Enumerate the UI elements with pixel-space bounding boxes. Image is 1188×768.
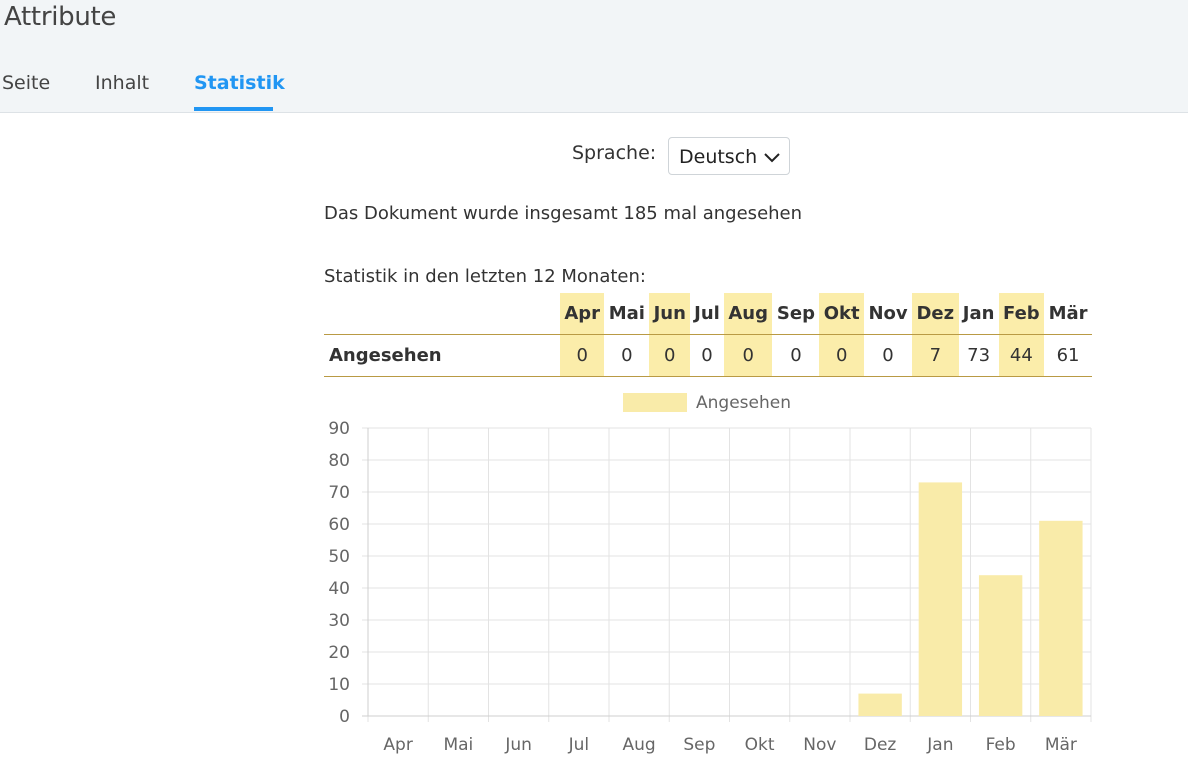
bar-8 xyxy=(858,693,902,716)
y-tick-label-4: 40 xyxy=(328,579,350,599)
views-bar-chart: 0 10 20 30 40 50 60 70 80 90 Apr Mai Jun Jul Aug Sep Okt… xyxy=(328,393,1092,755)
y-tick-label-7: 70 xyxy=(328,483,350,503)
x-tick-label-9: Jan xyxy=(926,735,953,755)
x-tick-label-8: Dez xyxy=(864,735,897,755)
bar-9 xyxy=(918,482,963,716)
bar-11 xyxy=(1039,520,1083,716)
legend-label: Angesehen xyxy=(696,393,791,413)
y-tick-label-9: 90 xyxy=(328,419,350,439)
y-tick-label-1: 10 xyxy=(328,675,350,695)
y-tick-label-6: 60 xyxy=(328,515,350,535)
x-tick-label-2: Jun xyxy=(504,735,532,755)
x-tick-label-4: Aug xyxy=(623,735,656,755)
x-tick-label-6: Okt xyxy=(745,735,775,755)
x-tick-label-7: Nov xyxy=(803,735,836,755)
x-tick-label-5: Sep xyxy=(683,735,715,755)
y-tick-label-2: 20 xyxy=(328,643,350,663)
x-tick-label-1: Mai xyxy=(443,735,473,755)
y-tick-label-5: 50 xyxy=(328,547,350,567)
x-tick-label-0: Apr xyxy=(383,735,412,755)
x-tick-label-10: Feb xyxy=(986,735,1016,755)
y-tick-label-3: 30 xyxy=(328,611,350,631)
legend-swatch xyxy=(623,393,687,412)
x-tick-label-11: Mär xyxy=(1045,735,1077,755)
bar-10 xyxy=(978,575,1023,716)
y-tick-label-8: 80 xyxy=(328,451,350,471)
y-tick-label-0: 0 xyxy=(339,707,350,727)
x-tick-label-3: Jul xyxy=(568,735,590,755)
